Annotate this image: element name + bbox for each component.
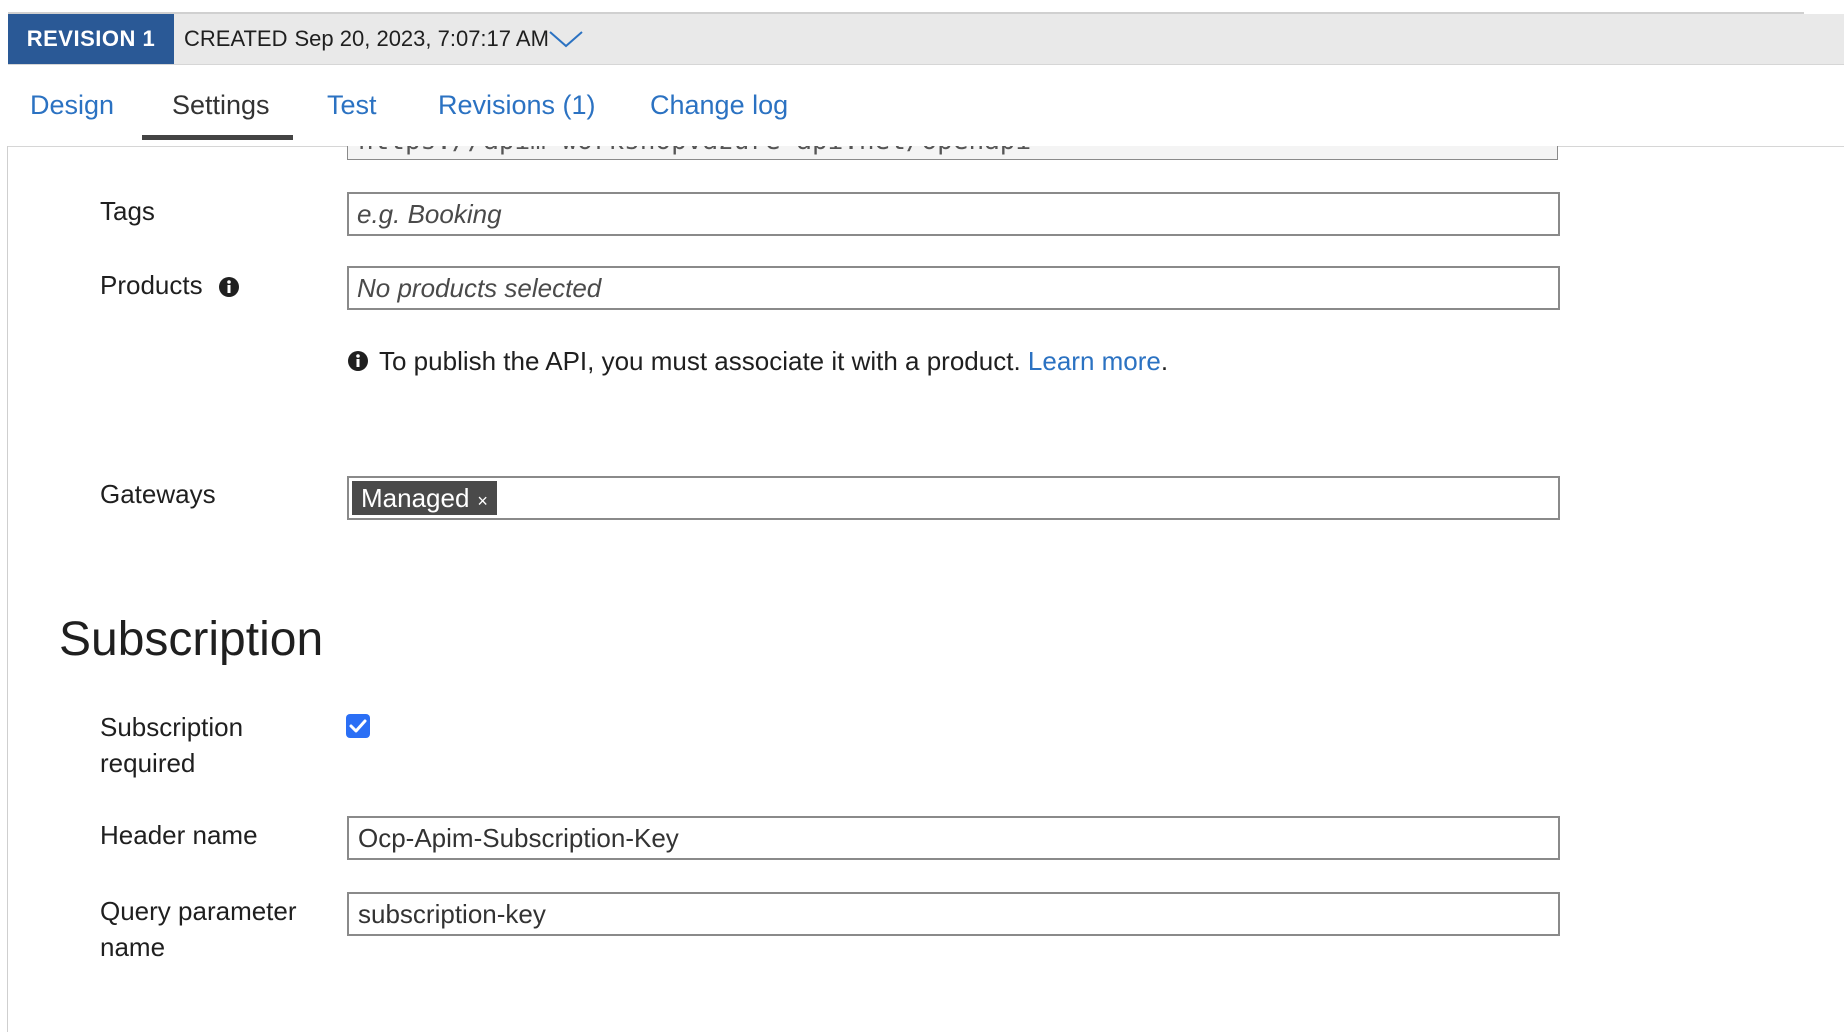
query-parameter-label-line2: name: [100, 932, 166, 962]
notice-period: .: [1160, 346, 1169, 376]
subscription-heading: Subscription: [59, 613, 324, 666]
revision-bar: REVISION 1 CREATED Sep 20, 2023, 7:07:17…: [8, 14, 1844, 65]
tags-input[interactable]: [347, 192, 1560, 236]
gateways-input[interactable]: Managed ×: [347, 476, 1560, 520]
url-field[interactable]: https://apim-workshopvazure-api.net/open…: [347, 146, 1558, 160]
header-name-label: Header name: [100, 820, 258, 850]
subscription-required-label-line1: Subscription: [100, 712, 244, 742]
gateway-chip-label: Managed: [361, 482, 470, 513]
chevron-down-icon[interactable]: [548, 28, 584, 50]
tab-settings[interactable]: Settings: [172, 64, 270, 146]
tab-test[interactable]: Test: [327, 64, 377, 146]
subscription-required-checkbox[interactable]: [346, 714, 370, 738]
query-parameter-label: Query parameter name: [100, 893, 297, 965]
gateway-chip: Managed ×: [352, 481, 497, 515]
info-icon: [348, 351, 368, 371]
query-parameter-label-line1: Query parameter: [100, 896, 297, 926]
gateways-label: Gateways: [100, 479, 216, 509]
active-tab-indicator: [142, 135, 293, 140]
notice-text-wrap: To publish the API, you must associate i…: [379, 343, 1168, 379]
products-label-row: Products: [100, 267, 240, 303]
tab-design[interactable]: Design: [30, 64, 114, 146]
tab-bar: Design Settings Test Revisions (1) Chang…: [8, 64, 1844, 147]
query-parameter-input[interactable]: [347, 892, 1560, 936]
subscription-required-label-line2: required: [100, 748, 196, 778]
remove-chip-icon[interactable]: ×: [477, 491, 488, 512]
created-value: Sep 20, 2023, 7:07:17 AM: [294, 26, 549, 51]
publish-notice: To publish the API, you must associate i…: [347, 343, 1168, 379]
notice-text: To publish the API, you must associate i…: [379, 346, 1021, 376]
info-icon: [218, 277, 239, 298]
tab-change-log[interactable]: Change log: [650, 64, 788, 146]
tab-revisions[interactable]: Revisions (1): [438, 64, 596, 146]
learn-more-link[interactable]: Learn more: [1028, 346, 1161, 376]
products-label: Products: [100, 270, 203, 300]
revision-created: CREATED Sep 20, 2023, 7:07:17 AM: [184, 14, 549, 64]
checkmark-icon: [349, 719, 367, 733]
content-left-border: [7, 146, 8, 1032]
url-field-clip: https://apim-workshopvazure-api.net/open…: [347, 146, 1560, 162]
created-label: CREATED: [184, 26, 288, 51]
api-settings-page: REVISION 1 CREATED Sep 20, 2023, 7:07:17…: [0, 0, 1844, 1032]
header-name-input[interactable]: [347, 816, 1560, 860]
tags-label: Tags: [100, 196, 155, 226]
subscription-required-label: Subscription required: [100, 709, 243, 781]
revision-badge: REVISION 1: [8, 14, 174, 64]
products-input[interactable]: [347, 266, 1560, 310]
